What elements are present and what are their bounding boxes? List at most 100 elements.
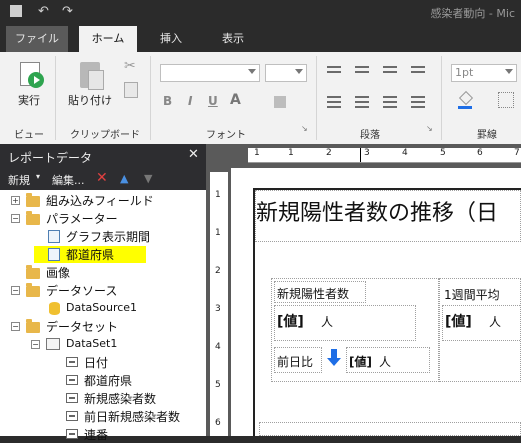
- ruler-cursor: [360, 148, 361, 162]
- font-grow-icon[interactable]: [274, 96, 286, 108]
- paragraph-icon[interactable]: [411, 66, 425, 76]
- copy-icon[interactable]: [124, 82, 138, 98]
- group-label-view: ビュー: [14, 130, 44, 141]
- label-prev-day-box[interactable]: 前日比: [274, 347, 322, 373]
- align-center-icon[interactable]: [355, 96, 369, 111]
- paste-icon[interactable]: [80, 60, 104, 90]
- separator: [441, 56, 442, 140]
- save-icon[interactable]: [10, 5, 22, 17]
- align-top-icon[interactable]: [327, 66, 341, 76]
- tree-item-label: データソース: [46, 284, 118, 298]
- new-button[interactable]: 新規: [8, 172, 30, 188]
- edit-button[interactable]: 編集...: [52, 172, 85, 188]
- tree-item-datasources[interactable]: − データソース: [0, 281, 206, 299]
- collapse-icon[interactable]: −: [11, 322, 20, 331]
- value-weekly-avg-box[interactable]: [値] 人: [442, 305, 521, 341]
- rectangle-weekly-avg[interactable]: 1週間平均 [値] 人: [439, 278, 521, 382]
- tree-item-label: 日付: [84, 356, 109, 370]
- tree-item-datasource1[interactable]: DataSource1: [0, 299, 206, 317]
- collapse-icon[interactable]: −: [11, 286, 20, 295]
- close-icon[interactable]: ✕: [188, 147, 199, 162]
- pane-title-bar: レポートデータ ✕: [0, 144, 206, 168]
- ruler-tick: 6: [477, 148, 483, 158]
- tree-item-dataset1[interactable]: − DataSet1: [0, 335, 206, 353]
- tree-item-images[interactable]: 画像: [0, 263, 206, 281]
- font-family-select[interactable]: [160, 64, 260, 82]
- field-icon: [66, 357, 78, 367]
- pane-title: レポートデータ: [8, 151, 93, 165]
- paragraph-dialog-launcher-icon[interactable]: ↘: [426, 124, 433, 133]
- collapse-icon[interactable]: −: [11, 214, 20, 223]
- label-new-cases-box[interactable]: 新規陽性者数: [274, 281, 366, 303]
- cut-icon[interactable]: ✂: [124, 58, 136, 74]
- underline-button[interactable]: U: [208, 94, 218, 108]
- tree-item-parameters[interactable]: − パラメーター: [0, 209, 206, 227]
- borders-icon[interactable]: [498, 92, 514, 108]
- align-right-icon[interactable]: [383, 96, 397, 111]
- ruler-tick: 1: [288, 148, 294, 158]
- vertical-ruler: 1 1 2 3 4 5 6: [210, 172, 228, 436]
- tab-insert[interactable]: 挿入: [148, 26, 194, 52]
- collapse-icon[interactable]: −: [31, 340, 40, 349]
- justify-icon[interactable]: [411, 96, 425, 111]
- field-icon: [66, 375, 78, 385]
- report-title: 新規陽性者数の推移（日: [256, 201, 499, 226]
- group-label-font: フォント: [206, 130, 246, 141]
- run-icon[interactable]: [18, 62, 46, 90]
- run-button[interactable]: 実行: [18, 92, 40, 108]
- tab-view[interactable]: 表示: [210, 26, 256, 52]
- report-page: 新規陽性者数の推移（日 新規陽性者数 [値] 人 前日比 [値] 人 1週間平均…: [231, 168, 521, 436]
- tree-item-field-date[interactable]: 日付: [0, 353, 206, 371]
- parameter-icon: [48, 230, 60, 243]
- border-width-select[interactable]: 1pt: [451, 64, 517, 82]
- label-prev-day: 前日比: [277, 355, 314, 369]
- folder-icon: [26, 283, 40, 297]
- tree-item-field-prefecture[interactable]: 都道府県: [0, 371, 206, 389]
- tab-file[interactable]: ファイル: [6, 26, 68, 52]
- tree-item-param-period[interactable]: グラフ表示期間: [0, 227, 206, 245]
- undo-icon[interactable]: ↶: [38, 4, 49, 19]
- expand-icon[interactable]: +: [11, 196, 20, 205]
- tree-item-field-prev-day-cases[interactable]: 前日新規感染者数: [0, 407, 206, 425]
- tree-item-param-prefecture[interactable]: 都道府県: [0, 245, 206, 263]
- ruler-tick: 1: [215, 228, 221, 238]
- tree-item-field-serial[interactable]: 連番: [0, 425, 206, 443]
- bold-button[interactable]: B: [163, 94, 172, 108]
- value-new-cases-box[interactable]: [値] 人: [274, 305, 416, 341]
- delete-icon[interactable]: ✕: [96, 170, 108, 186]
- move-up-icon[interactable]: ▲: [120, 172, 128, 185]
- title-textbox[interactable]: 新規陽性者数の推移（日: [255, 190, 521, 242]
- ruler-tick: 5: [440, 148, 446, 158]
- align-middle-icon[interactable]: [355, 66, 369, 76]
- italic-button[interactable]: I: [188, 94, 192, 108]
- value-prev-day-box[interactable]: [値] 人: [346, 347, 430, 373]
- rectangle-new-cases[interactable]: 新規陽性者数 [値] 人 前日比 [値] 人: [271, 278, 439, 382]
- tree-item-datasets[interactable]: − データセット: [0, 317, 206, 335]
- tree-item-field-new-cases[interactable]: 新規感染者数: [0, 389, 206, 407]
- font-dialog-launcher-icon[interactable]: ↘: [301, 124, 308, 133]
- folder-icon: [26, 319, 40, 333]
- font-size-select[interactable]: [265, 64, 307, 82]
- ruler-tick: 6: [215, 418, 221, 428]
- redo-icon[interactable]: ↷: [62, 4, 73, 19]
- ruler-tick: 7: [514, 148, 520, 158]
- align-bottom-icon[interactable]: [383, 66, 397, 76]
- ruler-tick: 2: [326, 148, 332, 158]
- unit-label: 人: [379, 355, 392, 369]
- paste-button[interactable]: 貼り付け: [68, 92, 112, 108]
- font-color-button[interactable]: A: [230, 92, 241, 108]
- chart-area-placeholder[interactable]: [259, 422, 521, 436]
- field-icon: [66, 393, 78, 403]
- align-left-icon[interactable]: [327, 96, 341, 111]
- tree-item-label: 画像: [46, 266, 71, 280]
- move-down-icon[interactable]: ▼: [144, 172, 152, 185]
- tab-home[interactable]: ホーム: [79, 26, 137, 52]
- tree-item-label: 連番: [84, 428, 109, 442]
- tree-item-builtin-fields[interactable]: + 組み込みフィールド: [0, 191, 206, 209]
- value-placeholder: [値]: [277, 314, 304, 330]
- folder-icon: [26, 265, 40, 279]
- border-color-icon[interactable]: [458, 90, 474, 109]
- chevron-down-icon[interactable]: ▾: [36, 172, 40, 181]
- folder-icon: [26, 211, 40, 225]
- datasource-icon: [49, 302, 60, 315]
